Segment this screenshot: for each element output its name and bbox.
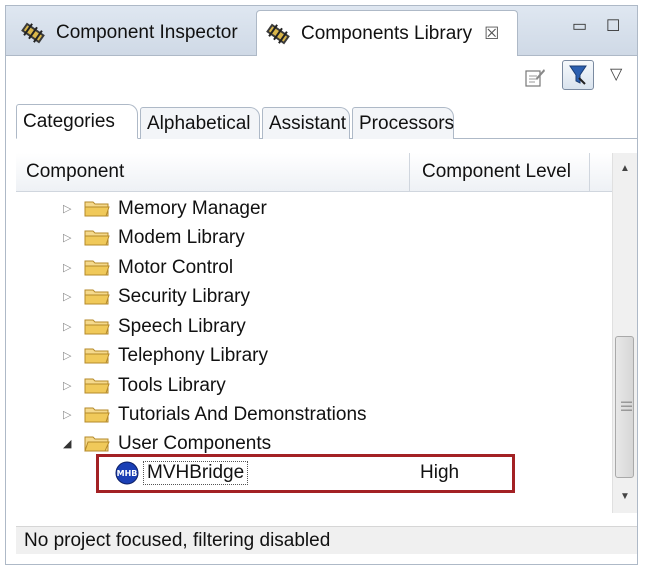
column-header-component-level[interactable]: Component Level: [410, 153, 590, 191]
folder-icon: [84, 378, 110, 394]
expand-arrow-icon[interactable]: ▷: [63, 231, 71, 244]
collapse-arrow-icon[interactable]: ◢: [63, 437, 71, 450]
status-bar: No project focused, filtering disabled: [16, 526, 637, 554]
folder-icon: [84, 289, 110, 305]
folder-icon: [84, 348, 110, 364]
grip-icon: — — —: [621, 396, 632, 416]
folder-icon: [84, 201, 110, 217]
category-tab-bar: Categories Alphabetical Assistant Proces…: [16, 102, 637, 139]
component-icon: [266, 23, 290, 44]
tree-row-memory-manager[interactable]: ▷ Memory Manager: [16, 194, 612, 223]
tab-label: Component Inspector: [56, 21, 238, 43]
edit-properties-icon[interactable]: [524, 66, 546, 88]
folder-icon: [84, 319, 110, 335]
column-header-component[interactable]: Component: [16, 153, 410, 191]
tree-row-label: Motor Control: [118, 256, 234, 278]
folder-icon: [84, 230, 110, 246]
tab-alphabetical[interactable]: Alphabetical: [140, 107, 260, 139]
vertical-scrollbar[interactable]: ▲ — — — ▼: [612, 153, 637, 513]
expand-arrow-icon[interactable]: ▷: [63, 290, 71, 303]
scroll-up-arrow-icon[interactable]: ▲: [620, 163, 630, 174]
table-header: Component Component Level: [16, 153, 612, 192]
tree-row-speech-library[interactable]: ▷ Speech Library: [16, 312, 612, 341]
tree-row-label: Tools Library: [118, 374, 226, 396]
tab-assistant[interactable]: Assistant: [262, 107, 350, 139]
tree-row-telephony-library[interactable]: ▷ Telephony Library: [16, 341, 612, 370]
tree-row-modem-library[interactable]: ▷ Modem Library: [16, 223, 612, 252]
tree-row-label: User Components: [118, 432, 272, 454]
maximize-button[interactable]: ☐: [606, 16, 620, 36]
expand-arrow-icon[interactable]: ▷: [63, 379, 71, 392]
expand-arrow-icon[interactable]: ▷: [63, 408, 71, 421]
tree-row-label: Memory Manager: [118, 197, 267, 219]
tab-categories[interactable]: Categories: [16, 104, 138, 139]
expand-arrow-icon[interactable]: ▷: [63, 320, 71, 333]
tab-component-inspector[interactable]: Component Inspector: [10, 10, 254, 55]
scrollbar-thumb[interactable]: — — —: [615, 336, 634, 478]
tree-row-label: Security Library: [118, 285, 250, 307]
view-toolbar: ▽: [6, 56, 637, 102]
open-folder-icon: [84, 436, 110, 452]
filter-icon: [569, 65, 587, 85]
minimize-button[interactable]: ▭: [572, 16, 587, 36]
tab-components-library[interactable]: Components Library ☒: [256, 10, 518, 56]
tab-processors[interactable]: Processors: [352, 107, 454, 139]
highlight-box: [96, 454, 515, 493]
tree-row-label: Modem Library: [118, 226, 245, 248]
tab-label: Components Library: [301, 22, 473, 44]
scroll-down-arrow-icon[interactable]: ▼: [620, 491, 630, 502]
view-menu-icon[interactable]: ▽: [610, 64, 622, 84]
tree-row-label: Telephony Library: [118, 344, 268, 366]
close-icon[interactable]: ☒: [484, 24, 499, 44]
folder-icon: [84, 260, 110, 276]
filter-button[interactable]: [562, 60, 594, 90]
component-icon: [21, 22, 45, 43]
tree-row-tools-library[interactable]: ▷ Tools Library: [16, 371, 612, 400]
tree-row-security-library[interactable]: ▷ Security Library: [16, 282, 612, 311]
view-tab-bar: Component Inspector Components Library ☒…: [6, 6, 637, 56]
tree-row-label: Tutorials And Demonstrations: [118, 403, 367, 425]
expand-arrow-icon[interactable]: ▷: [63, 349, 71, 362]
expand-arrow-icon[interactable]: ▷: [63, 202, 71, 215]
folder-icon: [84, 407, 110, 423]
tree-row-tutorials-and-demonstrations[interactable]: ▷ Tutorials And Demonstrations: [16, 400, 612, 429]
tree-row-motor-control[interactable]: ▷ Motor Control: [16, 253, 612, 282]
expand-arrow-icon[interactable]: ▷: [63, 261, 71, 274]
tree-row-label: Speech Library: [118, 315, 246, 337]
